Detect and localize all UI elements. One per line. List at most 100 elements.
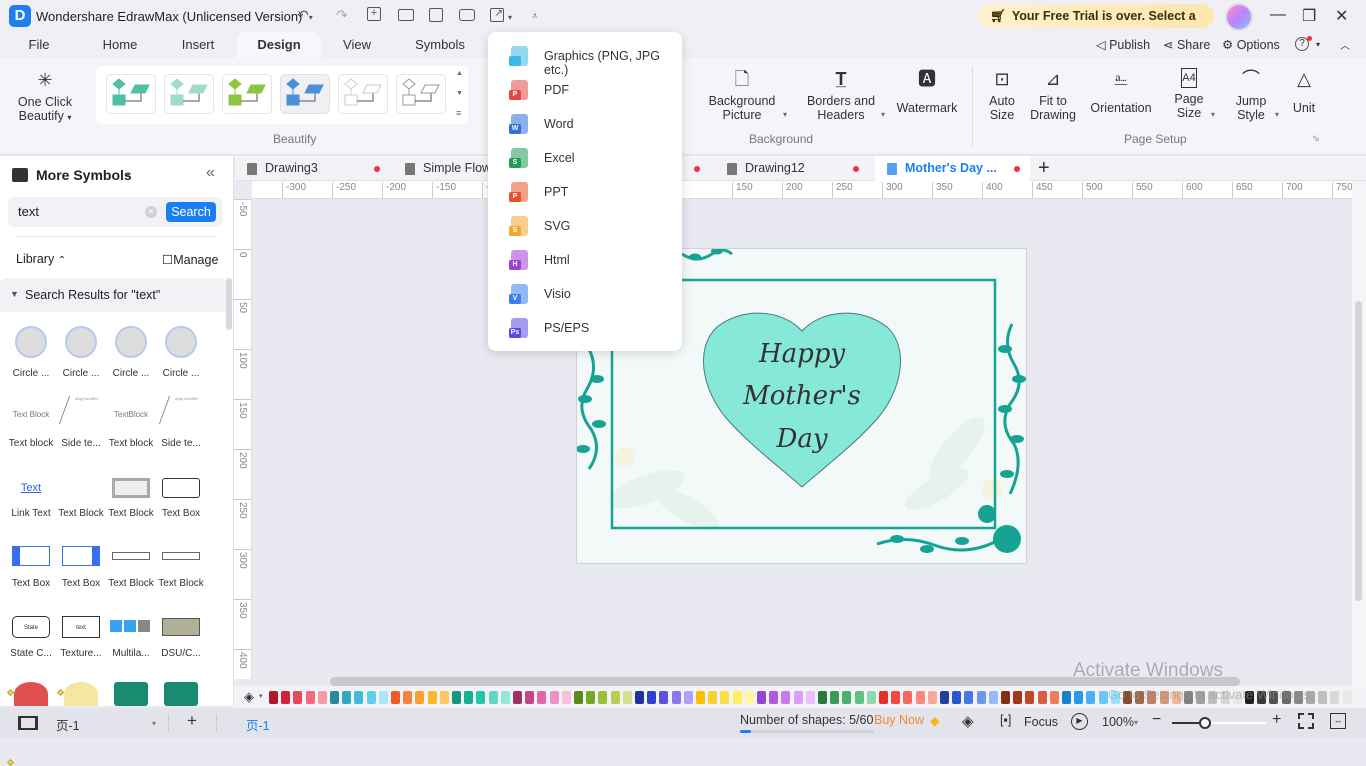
orientation-button[interactable]: ⎁ Orientation <box>1086 68 1156 115</box>
color-swatch[interactable] <box>1062 691 1071 704</box>
color-swatch[interactable] <box>1330 691 1340 704</box>
fill-dropdown-icon[interactable]: ▾ <box>259 692 263 700</box>
symbol-item[interactable] <box>64 682 98 706</box>
collapse-sidebar-icon[interactable]: « <box>206 164 215 182</box>
color-swatch[interactable] <box>525 691 535 704</box>
add-page-button[interactable]: + <box>187 711 197 731</box>
color-swatch[interactable] <box>854 691 864 704</box>
color-swatch[interactable] <box>305 691 315 704</box>
focus-label[interactable]: Focus <box>1024 715 1058 729</box>
close-button[interactable]: ✕ <box>1335 6 1348 26</box>
color-swatch[interactable] <box>464 691 474 704</box>
zoom-out-button[interactable]: − <box>1152 711 1161 729</box>
color-swatch[interactable] <box>927 691 937 704</box>
color-swatch[interactable] <box>1074 691 1084 704</box>
color-swatch[interactable] <box>269 691 278 704</box>
symbol-item[interactable] <box>114 682 148 706</box>
clear-search-icon[interactable]: ✕ <box>145 206 157 218</box>
color-swatch[interactable] <box>659 691 669 704</box>
export-icon[interactable]: ↗ <box>490 8 504 22</box>
doc-tab-drawing12[interactable]: Drawing12 <box>715 156 873 181</box>
color-swatch[interactable] <box>427 691 437 704</box>
collapse-ribbon-icon[interactable]: ︿ <box>1340 37 1350 52</box>
background-picture-button[interactable]: 🗋︎ Background Picture <box>704 68 780 122</box>
beautify-style-5[interactable] <box>338 74 388 114</box>
redo-icon[interactable]: ↷ <box>336 7 348 23</box>
buy-now-link[interactable]: Buy Now <box>874 713 924 727</box>
avatar[interactable] <box>1225 3 1253 31</box>
sidebar-title-dropdown-icon[interactable]: ▾ <box>126 170 130 179</box>
color-swatch[interactable] <box>330 691 339 704</box>
color-swatch[interactable] <box>561 691 571 704</box>
page-select[interactable]: 页-1 <box>56 715 80 734</box>
search-button[interactable]: Search <box>166 202 216 222</box>
manage-button[interactable]: ☐Manage <box>162 252 218 267</box>
vertical-scroll-thumb[interactable] <box>1355 301 1362 601</box>
color-swatch[interactable] <box>769 691 779 704</box>
color-swatch[interactable] <box>903 691 913 704</box>
results-header[interactable]: ▼ Search Results for "text" <box>0 278 226 312</box>
color-swatch[interactable] <box>513 691 522 704</box>
color-swatch[interactable] <box>293 691 303 704</box>
color-swatch[interactable] <box>1318 691 1328 704</box>
beautify-style-4[interactable] <box>280 74 330 114</box>
color-swatch[interactable] <box>696 691 705 704</box>
export-item-pdf[interactable]: P PDF <box>488 73 682 107</box>
zoom-level[interactable]: 100% <box>1102 715 1134 729</box>
color-swatch[interactable] <box>818 691 827 704</box>
color-swatch[interactable] <box>720 691 730 704</box>
tab-home[interactable]: Home <box>90 32 150 58</box>
new-tab-button[interactable]: + <box>1038 156 1050 180</box>
color-swatch[interactable] <box>415 691 425 704</box>
symbol-item[interactable] <box>164 682 198 706</box>
zoom-slider-handle[interactable] <box>1198 717 1211 729</box>
borders-headers-button[interactable]: T̲ Borders and Headers <box>802 68 880 122</box>
doc-tab-simple-flow[interactable]: Simple Flow <box>393 156 493 181</box>
color-swatch[interactable] <box>988 691 998 704</box>
color-swatch[interactable] <box>781 691 791 704</box>
color-swatch[interactable] <box>976 691 986 704</box>
page-tab-1[interactable]: 页-1 <box>246 715 270 734</box>
color-swatch[interactable] <box>281 691 291 704</box>
export-item-svg[interactable]: S SVG <box>488 209 682 243</box>
export-item-ppt[interactable]: P PPT <box>488 175 682 209</box>
color-swatch[interactable] <box>744 691 754 704</box>
color-swatch[interactable] <box>439 691 449 704</box>
watermark-button[interactable]: 🅰︎ Watermark <box>893 68 961 115</box>
color-swatch[interactable] <box>635 691 644 704</box>
customize-toolbar-icon[interactable]: ⩡ <box>532 9 538 25</box>
beautify-style-6[interactable] <box>396 74 446 114</box>
focus-icon[interactable]: [▪] <box>1000 713 1011 727</box>
library-label[interactable]: Library ⌃ <box>16 252 66 266</box>
card-line2[interactable]: Mother's <box>742 381 861 411</box>
card-line3[interactable]: Day <box>775 424 827 454</box>
color-swatch[interactable] <box>805 691 815 704</box>
color-swatch[interactable] <box>891 691 901 704</box>
color-swatch[interactable] <box>317 691 327 704</box>
export-item-excel[interactable]: S Excel <box>488 141 682 175</box>
color-swatch[interactable] <box>1098 691 1108 704</box>
color-swatch[interactable] <box>342 691 352 704</box>
one-click-beautify-button[interactable]: ✳ One Click Beautify ▾ <box>12 69 78 125</box>
beautify-style-3[interactable] <box>222 74 272 114</box>
color-swatch[interactable] <box>549 691 559 704</box>
color-swatch[interactable] <box>537 691 547 704</box>
search-input[interactable]: text <box>18 204 39 219</box>
color-swatch[interactable] <box>622 691 632 704</box>
page-size-button[interactable]: A4 Page Size <box>1168 68 1210 120</box>
color-swatch[interactable] <box>610 691 620 704</box>
tab-insert[interactable]: Insert <box>170 32 226 58</box>
undo-icon[interactable]: ↶▾ <box>297 7 313 26</box>
export-item-word[interactable]: W Word <box>488 107 682 141</box>
bg-picture-dropdown-icon[interactable]: ▾ <box>783 110 787 119</box>
color-swatch[interactable] <box>1086 691 1096 704</box>
sidebar-title[interactable]: More Symbols <box>36 167 132 183</box>
color-swatch[interactable] <box>830 691 840 704</box>
color-swatch[interactable] <box>586 691 596 704</box>
color-swatch[interactable] <box>647 691 657 704</box>
color-swatch[interactable] <box>708 691 718 704</box>
tab-design[interactable]: Design <box>237 32 321 58</box>
page-setup-launcher-icon[interactable]: ⬂ <box>1312 133 1320 144</box>
print-icon[interactable] <box>459 9 475 21</box>
color-swatch[interactable] <box>842 691 852 704</box>
